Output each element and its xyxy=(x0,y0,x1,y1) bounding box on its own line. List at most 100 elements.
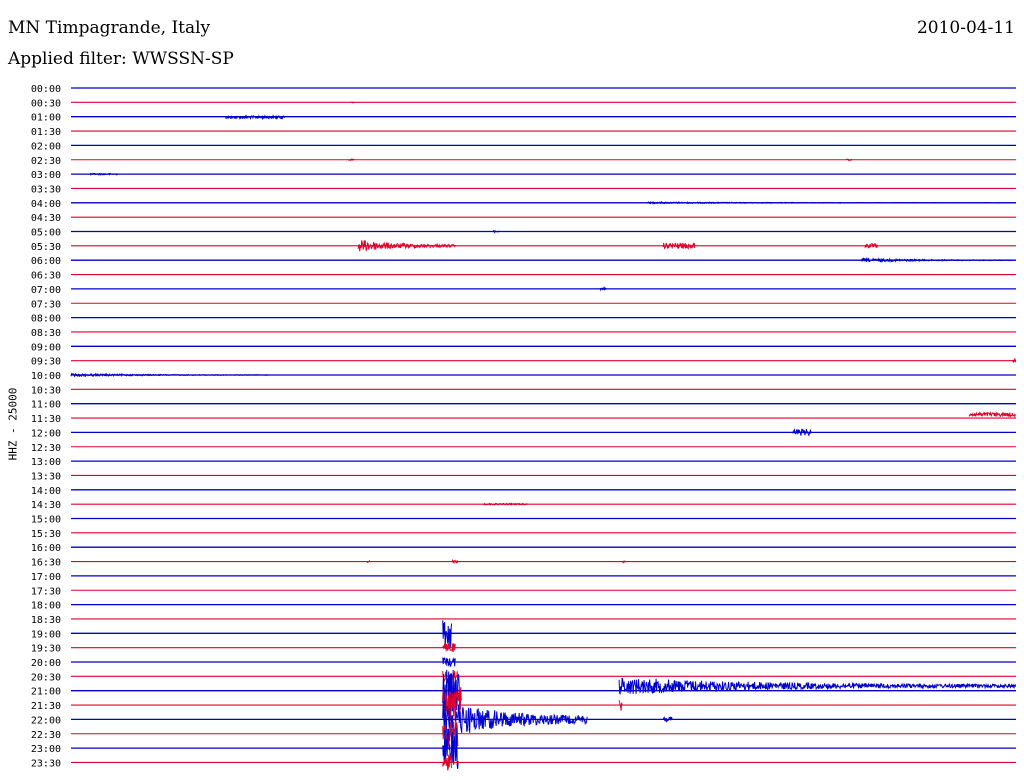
trace-row: 16:00 xyxy=(31,543,1016,554)
trace-row: 05:30 xyxy=(31,240,1016,253)
time-tick-label: 12:30 xyxy=(31,443,61,454)
time-tick-label: 10:30 xyxy=(31,385,61,396)
seismic-signal xyxy=(442,700,588,738)
helicorder-plot: 00:00 00:30 01:00 01:30 02:00 02:30 03:00 03:30… xyxy=(31,84,1017,771)
trace-row: 08:00 xyxy=(31,314,1016,325)
trace-row: 12:30 xyxy=(31,443,1016,454)
time-tick-label: 14:00 xyxy=(31,486,61,497)
trace-row: 21:30 xyxy=(31,687,1016,722)
time-tick-label: 16:30 xyxy=(31,558,61,569)
time-tick-label: 07:30 xyxy=(31,299,61,310)
time-tick-label: 14:30 xyxy=(31,500,61,511)
time-tick-label: 13:00 xyxy=(31,457,61,468)
trace-row: 15:30 xyxy=(31,529,1016,540)
trace-row: 14:30 xyxy=(31,500,1016,511)
trace-row: 16:30 xyxy=(31,558,1016,569)
time-tick-label: 10:00 xyxy=(31,371,61,382)
time-tick-label: 07:00 xyxy=(31,285,61,296)
time-tick-label: 15:30 xyxy=(31,529,61,540)
trace-row: 18:00 xyxy=(31,601,1016,612)
time-tick-label: 04:30 xyxy=(31,213,61,224)
trace-row: 07:00 xyxy=(31,285,1016,296)
time-tick-label: 04:00 xyxy=(31,199,61,210)
time-tick-label: 18:00 xyxy=(31,601,61,612)
trace-row: 19:00 xyxy=(31,620,1016,649)
trace-row: 02:00 xyxy=(31,141,1016,152)
trace-row: 17:30 xyxy=(31,586,1016,597)
time-tick-label: 01:30 xyxy=(31,127,61,138)
time-tick-label: 03:00 xyxy=(31,170,61,181)
seismic-signal xyxy=(791,428,812,437)
trace-row: 10:30 xyxy=(31,385,1016,396)
time-tick-label: 20:00 xyxy=(31,658,61,669)
seismic-signal xyxy=(70,372,269,378)
seismic-signal xyxy=(618,677,1017,695)
trace-row: 09:30 xyxy=(31,357,1017,368)
trace-row: 08:30 xyxy=(31,328,1016,339)
trace-row: 02:30 xyxy=(31,156,1016,167)
time-tick-label: 15:00 xyxy=(31,515,61,526)
trace-row: 09:00 xyxy=(31,342,1016,353)
time-tick-label: 18:30 xyxy=(31,615,61,626)
trace-row: 06:30 xyxy=(31,271,1016,282)
trace-row: 11:30 xyxy=(31,411,1017,425)
time-tick-label: 17:30 xyxy=(31,586,61,597)
time-tick-label: 06:30 xyxy=(31,271,61,282)
trace-row: 03:00 xyxy=(31,170,1016,181)
time-tick-label: 20:30 xyxy=(31,672,61,683)
seismic-signal xyxy=(225,114,286,121)
time-tick-label: 23:30 xyxy=(31,758,61,769)
trace-row: 01:00 xyxy=(31,113,1016,124)
time-tick-label: 23:00 xyxy=(31,744,61,755)
time-tick-label: 17:00 xyxy=(31,572,61,583)
seismic-signal xyxy=(599,286,607,292)
time-tick-label: 21:00 xyxy=(31,687,61,698)
trace-row: 14:00 xyxy=(31,486,1016,497)
trace-row: 13:00 xyxy=(31,457,1016,468)
trace-row: 07:30 xyxy=(31,299,1016,310)
time-tick-label: 00:30 xyxy=(31,98,61,109)
trace-row: 17:00 xyxy=(31,572,1016,583)
time-tick-label: 19:30 xyxy=(31,644,61,655)
time-tick-label: 09:00 xyxy=(31,342,61,353)
trace-row: 19:30 xyxy=(31,642,1016,655)
time-tick-label: 21:30 xyxy=(31,701,61,712)
trace-row: 10:00 xyxy=(31,371,1016,382)
time-tick-label: 12:00 xyxy=(31,428,61,439)
trace-row: 15:00 xyxy=(31,515,1016,526)
trace-row: 22:30 xyxy=(31,721,1016,748)
trace-row: 05:00 xyxy=(31,228,1016,239)
time-tick-label: 01:00 xyxy=(31,113,61,124)
trace-row: 20:00 xyxy=(31,656,1016,669)
trace-row: 01:30 xyxy=(31,127,1016,138)
time-tick-label: 02:30 xyxy=(31,156,61,167)
time-tick-label: 08:30 xyxy=(31,328,61,339)
time-tick-label: 11:00 xyxy=(31,400,61,411)
seismic-signal xyxy=(968,411,1017,419)
time-tick-label: 08:00 xyxy=(31,314,61,325)
time-tick-label: 13:30 xyxy=(31,471,61,482)
time-tick-label: 00:00 xyxy=(31,84,61,95)
time-tick-label: 22:00 xyxy=(31,715,61,726)
time-tick-label: 05:00 xyxy=(31,228,61,239)
time-tick-label: 03:30 xyxy=(31,184,61,195)
trace-row: 18:30 xyxy=(31,615,1016,626)
time-tick-label: 02:00 xyxy=(31,141,61,152)
time-tick-label: 11:30 xyxy=(31,414,61,425)
trace-row: 12:00 xyxy=(31,428,1016,439)
time-tick-label: 06:00 xyxy=(31,256,61,267)
trace-row: 04:00 xyxy=(31,199,1016,210)
trace-row: 11:00 xyxy=(31,400,1016,411)
seismic-signal xyxy=(451,558,459,565)
trace-row: 20:30 xyxy=(31,670,1016,683)
trace-row: 00:00 xyxy=(31,84,1016,95)
trace-row: 00:30 xyxy=(31,98,1016,109)
time-tick-label: 05:30 xyxy=(31,242,61,253)
trace-row: 06:00 xyxy=(31,256,1016,267)
trace-row: 22:00 xyxy=(31,700,1016,738)
trace-row: 23:30 xyxy=(31,754,1016,771)
time-tick-label: 16:00 xyxy=(31,543,61,554)
trace-row: 03:30 xyxy=(31,184,1016,195)
time-tick-label: 09:30 xyxy=(31,357,61,368)
trace-row: 04:30 xyxy=(31,213,1016,224)
